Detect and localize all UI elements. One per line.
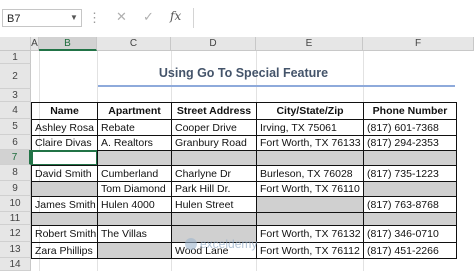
cell-phone-number[interactable]: (817) 294-2353 [363,135,457,151]
cell-phone-number[interactable]: (817) 346-0710 [363,225,457,243]
cell-name[interactable]: Zara Phillips [31,242,98,259]
column-header-d[interactable]: D [171,37,256,51]
cell-apartment[interactable] [97,242,172,259]
cell-street-address[interactable] [171,150,257,166]
cell-apartment[interactable] [97,150,172,166]
row-header-12[interactable]: 12 [0,225,31,242]
row-header-14[interactable]: 14 [0,258,31,271]
cell-phone-number[interactable]: (817) 763-8768 [363,196,457,213]
formula-input[interactable] [193,8,474,28]
select-all-corner[interactable] [0,37,31,51]
header-apartment[interactable]: Apartment [97,102,172,120]
cell-city-state-zip[interactable]: Burleson, TX 76028 [256,165,364,182]
cell-city-state-zip[interactable]: Fort Worth, TX 76112 [256,242,364,259]
row-header-10[interactable]: 10 [0,196,31,212]
title-underline [98,85,455,87]
cell-city-state-zip[interactable]: Fort Worth, TX 76110 [256,181,364,197]
cell-name[interactable]: James Smith [31,196,98,213]
cell-phone-number[interactable]: (817) 451-2266 [363,242,457,259]
cell-phone-number[interactable] [363,181,457,197]
cell-apartment[interactable] [97,212,172,226]
cell-city-state-zip[interactable] [256,150,364,166]
cell-street-address[interactable]: Cooper Drive [171,119,257,136]
cell-city-state-zip[interactable] [256,212,364,226]
cell-street-address[interactable]: Charlyne Dr [171,165,257,182]
cell-name[interactable]: Robert Smith [31,225,98,243]
watermark-logo-icon [185,238,197,250]
cell-phone-number[interactable] [363,150,457,166]
header-name[interactable]: Name [31,102,98,120]
cell-apartment[interactable]: The Villas [97,225,172,243]
more-options-icon[interactable]: ⋮ [88,10,101,26]
cell-city-state-zip[interactable]: Fort Worth, TX 76132 [256,225,364,243]
column-header-c[interactable]: C [97,37,171,51]
insert-function-icon[interactable]: fx [170,9,181,23]
row-header-8[interactable]: 8 [0,165,31,181]
column-header-e[interactable]: E [256,37,363,51]
watermark: exceldemy [200,237,258,251]
column-header-f[interactable]: F [363,37,474,51]
cell-name[interactable] [31,212,98,226]
header-street-address[interactable]: Street Address [171,102,257,120]
formula-bar: B7 ▼ ⋮ ✕ ✓ fx [0,0,474,38]
cell-apartment[interactable]: A. Realtors [97,135,172,151]
cell-city-state-zip[interactable]: Irving, TX 75061 [256,119,364,136]
cell-apartment[interactable]: Rebate [97,119,172,136]
row-header-7[interactable]: 7 [0,150,31,165]
cell-city-state-zip[interactable] [256,196,364,213]
cancel-icon[interactable]: ✕ [116,9,127,25]
row-header-1[interactable]: 1 [0,51,31,64]
cell-name[interactable]: Ashley Rosa [31,119,98,136]
cell-apartment[interactable]: Cumberland [97,165,172,182]
cell-phone-number[interactable]: (817) 601-7368 [363,119,457,136]
cell-street-address[interactable] [171,212,257,226]
column-header-a[interactable]: A [31,37,39,51]
column-header-b[interactable]: B [39,37,97,51]
cell-apartment[interactable]: Tom Diamond [97,181,172,197]
header-phone-number[interactable]: Phone Number [363,102,457,120]
header-city-state-zip[interactable]: City/State/Zip [256,102,364,120]
cell-street-address[interactable]: Park Hill Dr. [171,181,257,197]
row-header-6[interactable]: 6 [0,135,31,150]
enter-icon[interactable]: ✓ [143,9,154,25]
cell-city-state-zip[interactable]: Fort Worth, TX 76133 [256,135,364,151]
row-header-13[interactable]: 13 [0,242,31,258]
cell-street-address[interactable]: Granbury Road [171,135,257,151]
cell-street-address[interactable]: Hulen Street [171,196,257,213]
row-header-4[interactable]: 4 [0,102,31,119]
cell-apartment[interactable]: Hulen 4000 [97,196,172,213]
row-header-11[interactable]: 11 [0,212,31,225]
cell-phone-number[interactable] [363,212,457,226]
cell-phone-number[interactable]: (817) 735-1223 [363,165,457,182]
cell-name[interactable] [31,181,98,197]
row-header-9[interactable]: 9 [0,181,31,196]
chevron-down-icon[interactable]: ▼ [70,13,78,22]
row-header-2[interactable]: 2 [0,64,31,89]
cell-name[interactable]: David Smith [31,165,98,182]
cell-name[interactable]: Claire Divas [31,135,98,151]
row-header-5[interactable]: 5 [0,119,31,135]
sheet-title: Using Go To Special Feature [158,66,329,80]
active-cell-b7[interactable] [31,150,98,166]
row-header-3[interactable]: 3 [0,89,31,102]
